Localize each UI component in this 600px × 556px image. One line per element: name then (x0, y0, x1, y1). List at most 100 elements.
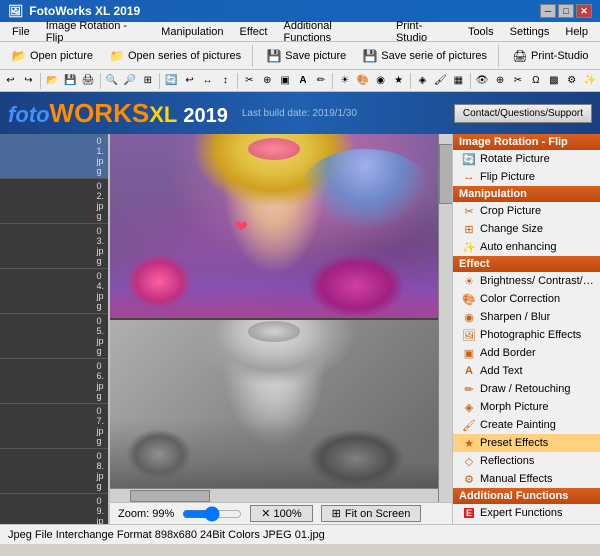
create-painting-item[interactable]: 🖌 Create Painting (453, 416, 600, 434)
save-serie-icon: 💾 (362, 48, 378, 64)
thumb-label-8: 08.jpg (93, 451, 105, 491)
tb2-color[interactable]: 🎨 (354, 72, 371, 90)
menu-tools[interactable]: Tools (460, 24, 502, 40)
tb2-pip[interactable]: ⊕ (492, 72, 509, 90)
vertical-scrollbar[interactable] (438, 134, 452, 502)
open-series-button[interactable]: 📁 Open series of pictures (102, 45, 248, 67)
sharpen-blur-item[interactable]: ◉ Sharpen / Blur (453, 308, 600, 326)
print-studio-button[interactable]: 🖨 Print-Studio (505, 45, 595, 67)
menu-effect[interactable]: Effect (232, 24, 276, 40)
add-border-item[interactable]: ▣ Add Border (453, 344, 600, 362)
horizontal-scrollbar[interactable] (110, 488, 438, 502)
brightness-item[interactable]: ☀ Brightness/ Contrast/ Color (453, 272, 600, 290)
tb2-batch[interactable]: ⚙ (563, 72, 580, 90)
auto-enhancing-item[interactable]: ✨ Auto enhancing (453, 238, 600, 256)
thumbnail-2[interactable]: Happy Summer 02.jpg (0, 179, 108, 224)
masks-item[interactable]: ▦ Masks (453, 522, 600, 524)
tb2-mask[interactable]: ▦ (450, 72, 467, 90)
flip-picture-item[interactable]: ↔ Flip Picture (453, 168, 600, 186)
canvas-scroll[interactable]: ❤ (110, 134, 452, 502)
open-picture-button[interactable]: 📂 Open picture (4, 45, 100, 67)
thumbnail-4[interactable]: 04.jpg (0, 269, 108, 314)
tb2-rotate-cw[interactable]: 🔄 (163, 72, 180, 90)
tb2-undo[interactable]: ↩ (2, 72, 19, 90)
save-serie-button[interactable]: 💾 Save serie of pictures (355, 45, 494, 67)
draw-retouching-item[interactable]: ✏ Draw / Retouching (453, 380, 600, 398)
tb2-flip-h[interactable]: ↔ (199, 72, 216, 90)
menu-manipulation[interactable]: Manipulation (153, 24, 231, 40)
tb2-zoomfit[interactable]: ⊞ (139, 72, 156, 90)
color-correction-item[interactable]: 🎨 Color Correction (453, 290, 600, 308)
thumbnail-7[interactable]: 07.jpg (0, 404, 108, 449)
close-button[interactable]: ✕ (576, 4, 592, 18)
add-text-item[interactable]: A Add Text (453, 362, 600, 380)
tb2-zoomin[interactable]: 🔍 (103, 72, 120, 90)
tb2-border[interactable]: ▣ (277, 72, 294, 90)
tb2-print[interactable]: 🖨 (80, 72, 97, 90)
save-picture-button[interactable]: 💾 Save picture (259, 45, 353, 67)
manual-effects-label: Manual Effects (480, 473, 553, 485)
thumbnail-1[interactable]: 01.jpg (0, 134, 108, 179)
tb2-resize[interactable]: ⊕ (259, 72, 276, 90)
fit-icon: ⊞ (332, 507, 341, 520)
logo-year: 2019 (183, 105, 228, 128)
morph-picture-label: Morph Picture (480, 401, 548, 413)
minimize-button[interactable]: ─ (540, 4, 556, 18)
tb2-redeye[interactable]: 👁 (474, 72, 491, 90)
tb2-redo[interactable]: ↪ (20, 72, 37, 90)
section-manipulation: Manipulation ✂ Crop Picture ⊞ Change Siz… (453, 186, 600, 256)
tb2-painting[interactable]: 🖌 (432, 72, 449, 90)
tb2-draw[interactable]: ✏ (313, 72, 330, 90)
change-size-item[interactable]: ⊞ Change Size (453, 220, 600, 238)
tb2-sharpen[interactable]: ◉ (372, 72, 389, 90)
tb2-open[interactable]: 📂 (44, 72, 61, 90)
expert-functions-panel-item[interactable]: E Expert Functions (453, 504, 600, 522)
tb2-text[interactable]: A (295, 72, 312, 90)
tb2-crop[interactable]: ✂ (241, 72, 258, 90)
menu-additional[interactable]: Additional Functions (275, 18, 387, 46)
reflections-item[interactable]: ◇ Reflections (453, 452, 600, 470)
tb2-collage[interactable]: ▩ (545, 72, 562, 90)
tb2-clipart[interactable]: ✂ (510, 72, 527, 90)
thumbnail-9[interactable]: 09.jpg (0, 494, 108, 524)
scroll-thumb-horizontal[interactable] (130, 490, 210, 502)
save-picture-icon: 💾 (266, 48, 282, 64)
tb2-zoomout[interactable]: 🔎 (121, 72, 138, 90)
zoom-slider[interactable] (182, 510, 242, 518)
tb2-symbols[interactable]: Ω (527, 72, 544, 90)
crop-picture-label: Crop Picture (480, 205, 541, 217)
tb2-sep2 (100, 73, 101, 89)
morph-picture-item[interactable]: ◈ Morph Picture (453, 398, 600, 416)
rotate-picture-item[interactable]: 🔄 Rotate Picture (453, 150, 600, 168)
draw-retouching-icon: ✏ (461, 381, 477, 397)
tb2-brightness[interactable]: ☀ (336, 72, 353, 90)
canvas-color-image: ❤ (110, 134, 438, 318)
zoom-100-button[interactable]: ✕ 100% (250, 505, 312, 522)
tb2-save[interactable]: 💾 (62, 72, 79, 90)
thumbnail-5[interactable]: 05.jpg (0, 314, 108, 359)
draw-retouching-label: Draw / Retouching (480, 383, 571, 395)
tb2-morph[interactable]: ◈ (414, 72, 431, 90)
thumb-label-6: 06.jpg (93, 361, 105, 401)
manual-effects-item[interactable]: ⚙ Manual Effects (453, 470, 600, 488)
menu-settings[interactable]: Settings (502, 24, 558, 40)
menu-print[interactable]: Print-Studio (388, 18, 460, 46)
preset-effects-item[interactable]: ★ Preset Effects (453, 434, 600, 452)
tb2-auto[interactable]: ✨ (581, 72, 598, 90)
contact-button[interactable]: Contact/Questions/Support (454, 104, 592, 123)
tb2-effects[interactable]: ★ (390, 72, 407, 90)
thumbnail-6[interactable]: 06.jpg (0, 359, 108, 404)
thumbnail-8[interactable]: Text 08.jpg (0, 449, 108, 494)
tb2-flip-v[interactable]: ↕ (217, 72, 234, 90)
menu-help[interactable]: Help (557, 24, 596, 40)
fit-on-screen-button[interactable]: ⊞ Fit on Screen (321, 505, 422, 522)
menu-rotation[interactable]: Image Rotation - Flip (38, 18, 153, 46)
print-icon: 🖨 (512, 48, 528, 64)
maximize-button[interactable]: □ (558, 4, 574, 18)
scroll-thumb-vertical[interactable] (439, 144, 452, 204)
tb2-rotate-ccw[interactable]: ↩ (181, 72, 198, 90)
thumbnail-3[interactable]: 03.jpg (0, 224, 108, 269)
photographic-effects-item[interactable]: 🖼 Photographic Effects (453, 326, 600, 344)
crop-picture-item[interactable]: ✂ Crop Picture (453, 202, 600, 220)
menu-file[interactable]: File (4, 24, 38, 40)
